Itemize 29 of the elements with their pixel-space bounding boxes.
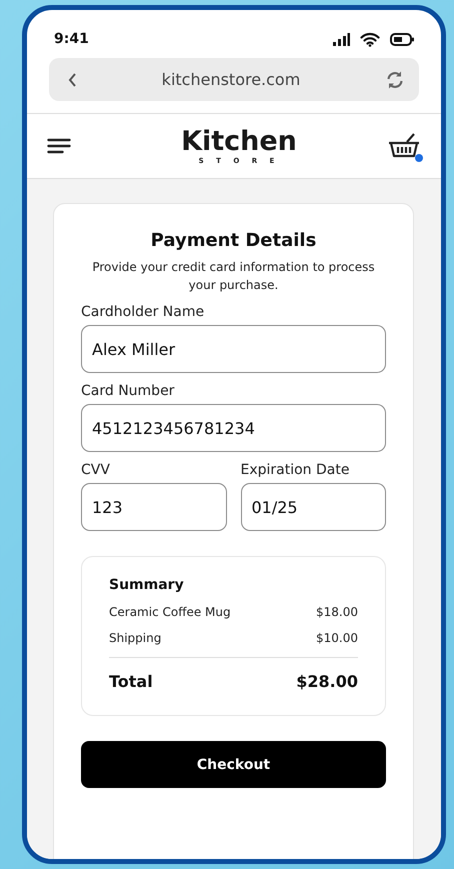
menu-icon[interactable]: [47, 138, 71, 154]
field-label: CVV: [81, 462, 111, 478]
line-label: Ceramic Coffee Mug: [109, 605, 231, 619]
field-label: Cardholder Name: [81, 304, 206, 320]
field-label: Card Number: [81, 383, 176, 399]
input-field[interactable]: Alex Miller: [81, 325, 386, 373]
summary-title: Summary: [109, 577, 185, 593]
reload-icon[interactable]: [384, 70, 405, 90]
logo-text[interactable]: Kitchen: [181, 127, 297, 157]
input-field[interactable]: 4512123456781234: [81, 404, 386, 452]
checkout-button[interactable]: Checkout: [81, 741, 386, 788]
total-label: Total: [109, 672, 153, 691]
battery-icon: [390, 32, 415, 46]
line-label: Shipping: [109, 631, 162, 645]
back-icon[interactable]: [67, 72, 77, 88]
status-time: 9:41: [54, 31, 89, 47]
line-amount: $18.00: [316, 605, 358, 619]
input-field[interactable]: 123: [81, 483, 226, 531]
payment-subtitle: Provide your credit card information to process your purchase.: [91, 259, 376, 294]
field-label: Expiration Date: [240, 462, 350, 478]
total-amount: $28.00: [296, 672, 358, 691]
payment-title: Payment Details: [150, 230, 318, 251]
input-field[interactable]: 01/25: [240, 483, 386, 531]
basket-icon[interactable]: [386, 132, 421, 160]
address-bar[interactable]: kitchenstore.com: [49, 58, 419, 101]
url-text: kitchenstore.com: [162, 70, 300, 89]
wifi-icon: [360, 32, 380, 46]
line-amount: $10.00: [316, 631, 358, 645]
signal-icon: [333, 32, 350, 46]
